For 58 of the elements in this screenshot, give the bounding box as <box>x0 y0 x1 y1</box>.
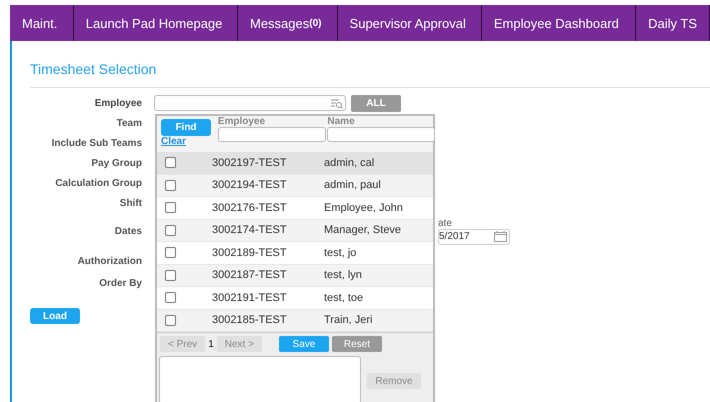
table-cell: admin, paul <box>324 179 381 192</box>
field-label: Order By <box>98 278 142 288</box>
nav-tab[interactable]: Launch Pad Homepage <box>74 5 238 41</box>
field-label: Shift <box>118 198 142 208</box>
checkbox[interactable] <box>165 270 176 281</box>
employee-row[interactable]: 3002174-TEST Manager, Steve <box>157 220 433 242</box>
nav-tab[interactable]: Employee Dashboard <box>482 5 636 41</box>
page-title: Timesheet Selection <box>30 41 710 88</box>
filter-field[interactable] <box>218 127 326 142</box>
date-field[interactable]: 5/2017 <box>438 228 510 244</box>
nav-tab[interactable]: Supervisor Approval <box>338 5 482 41</box>
checkbox[interactable] <box>165 314 176 326</box>
table-cell-text: 3002194-TEST <box>212 179 288 192</box>
nav-tab[interactable]: Daily TS <box>636 5 710 41</box>
table-cell-text: 3002187-TEST <box>212 269 288 282</box>
checkbox[interactable] <box>165 224 176 236</box>
field-label: Team <box>116 118 142 128</box>
employee-row[interactable]: 3002176-TEST Employee, John <box>157 197 433 220</box>
column-header: Employee <box>218 116 266 127</box>
field-label: Include Sub Teams <box>50 138 142 148</box>
page-number: 1 <box>208 338 214 350</box>
checkbox[interactable] <box>165 157 176 168</box>
field-label: Dates <box>114 226 142 236</box>
table-cell-text: 3002176-TEST <box>212 202 288 214</box>
table-cell: Manager, Steve <box>324 224 402 236</box>
field-label: Pay Group <box>90 158 142 168</box>
table-cell: test, jo <box>324 246 356 259</box>
table-cell-text: 3002191-TEST <box>212 292 288 304</box>
checkbox[interactable] <box>165 247 176 258</box>
table-cell: Employee, John <box>324 202 403 214</box>
field-label: Authorization <box>76 256 142 266</box>
nav-tab[interactable]: Messages(0) <box>238 5 338 41</box>
employee-row[interactable]: 3002189-TEST test, jo <box>157 242 433 264</box>
employee-row[interactable]: 3002194-TEST admin, paul <box>157 174 433 197</box>
field-label: ate <box>438 218 453 228</box>
table-cell-text: 3002174-TEST <box>212 224 288 236</box>
checkbox[interactable] <box>165 202 176 214</box>
table-cell-text: 3002185-TEST <box>212 314 288 326</box>
table-cell-text: 3002189-TEST <box>212 246 288 259</box>
filter-field[interactable] <box>327 127 435 142</box>
field-label: Calculation Group <box>54 178 142 188</box>
table-cell: test, toe <box>324 292 364 304</box>
nav-tab[interactable]: Maint. <box>10 5 74 41</box>
table-cell: test, lyn <box>324 269 362 282</box>
employee-field[interactable] <box>154 95 346 111</box>
calendar-icon <box>494 231 507 242</box>
lookup-icon <box>330 98 343 108</box>
table-cell-text: 3002197-TEST <box>212 156 288 169</box>
employee-row[interactable]: 3002185-TEST Train, Jeri <box>157 310 433 332</box>
employee-row[interactable]: 3002187-TEST test, lyn <box>157 264 433 287</box>
table-cell: Train, Jeri <box>324 314 372 326</box>
table-cell: admin, cal <box>324 156 374 169</box>
field-label: Employee <box>94 98 142 108</box>
employee-row[interactable]: 3002197-TEST admin, cal <box>157 152 433 174</box>
employee-row[interactable]: 3002191-TEST test, toe <box>157 287 433 310</box>
checkbox[interactable] <box>165 180 176 191</box>
column-header: Name <box>327 116 356 127</box>
checkbox[interactable] <box>165 292 176 304</box>
